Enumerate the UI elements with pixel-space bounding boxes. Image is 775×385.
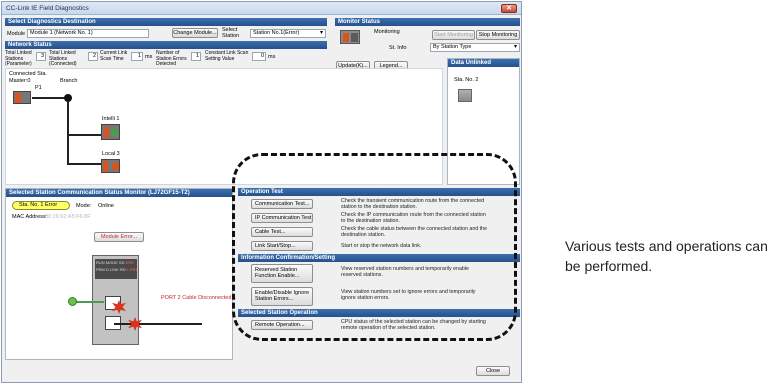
unlinked-station-icon[interactable] (458, 89, 472, 102)
led-rd: RD (120, 267, 126, 272)
station-badge: Sta. No. 1 Error (12, 201, 70, 210)
scan-time-label: Current Link Scan Time (100, 50, 128, 62)
master-label: Master:0 (9, 78, 31, 84)
mode-label: Mode: (76, 203, 92, 209)
master-link-line (32, 97, 65, 99)
port2-cable-line (114, 323, 202, 325)
title-bar: CC-Link IE Field Diagnostics ✕ (2, 2, 521, 15)
total-conn-value: 2 (88, 52, 98, 61)
branch-label: Branch (60, 78, 78, 84)
callout-annotation: Various tests and operations can be perf… (565, 238, 768, 274)
errors-value: 1 (191, 52, 201, 61)
master-station-icon[interactable] (13, 91, 31, 104)
intelli-label: Intelli 1 (102, 116, 120, 122)
select-station-label: Select Station (222, 27, 240, 39)
monitoring-icon (340, 30, 360, 44)
led-prm: PRM (96, 267, 105, 272)
total-param-label: Total Linked Stations (Parameter) (5, 50, 32, 67)
start-monitoring-button[interactable]: Start Monitoring (432, 30, 475, 40)
led-panel: RUN MODE SD ERR PRM D LINK RD L ERR (95, 259, 139, 279)
total-conn-label: Total Linked Stations (Connected) (49, 50, 77, 67)
port1-ok-icon (68, 297, 77, 306)
branch-to-local-line (67, 163, 101, 165)
led-run: RUN (96, 260, 105, 265)
led-mode: MODE (105, 260, 118, 265)
local-station-icon[interactable] (101, 159, 120, 173)
st-info-select[interactable]: By Station Type (430, 43, 520, 52)
module-field: Module 1 (Network No. 1) (27, 29, 149, 38)
const-scan-label: Constant Link Scan Setting Value (205, 50, 249, 62)
station-badge-state: Error (45, 202, 58, 208)
mac-value: 00:26:92:A5:F6:8F (45, 214, 91, 220)
port2-disconnected-link[interactable]: PORT 2 Cable Disconnected... (161, 295, 236, 301)
errors-label: Number of Station Errors Detected (156, 50, 187, 67)
const-scan-value: 0 (252, 52, 266, 61)
mode-value: Online (98, 203, 114, 209)
monitoring-text: Monitoring (374, 29, 400, 35)
module-label: Module (7, 31, 26, 37)
comm-monitor-header: Selected Station Communication Status Mo… (6, 189, 232, 197)
branch-to-intelli-line (67, 134, 101, 136)
scan-time-value: 1 (131, 52, 143, 61)
led-err: ERR (125, 260, 135, 265)
connected-sta-label: Connected Sta. (9, 71, 47, 77)
change-module-button[interactable]: Change Module... (172, 28, 218, 38)
station-select[interactable]: Station No.1(Error) (250, 29, 326, 38)
callout-dashed-outline (232, 153, 517, 341)
p1-label: P1 (35, 85, 42, 91)
scan-time-unit: ms (145, 54, 153, 60)
station-badge-number: Sta. No. 1 (19, 202, 44, 208)
led-dlink: D LINK (106, 267, 119, 272)
window-title: CC-Link IE Field Diagnostics (6, 4, 89, 12)
monitor-status-header: Monitor Status (335, 18, 520, 26)
close-button[interactable]: Close (476, 366, 510, 376)
led-sd: SD (118, 260, 125, 265)
mac-label: MAC Address: (12, 214, 48, 220)
comm-monitor-panel: Selected Station Communication Status Mo… (5, 188, 236, 360)
intelli-station-icon[interactable] (101, 124, 120, 140)
const-scan-unit: ms (268, 54, 276, 60)
module-error-button[interactable]: Module Error... (94, 232, 144, 242)
st-info-label: St. Info (389, 45, 407, 51)
unlinked-station-label: Sta. No. 2 (454, 77, 479, 83)
branch-node-icon (64, 94, 72, 102)
local-label: Local 3 (102, 151, 120, 157)
window-close-icon[interactable]: ✕ (501, 4, 517, 13)
network-status-header: Network Status (5, 41, 327, 49)
module-graphic: RUN MODE SD ERR PRM D LINK RD L ERR (92, 255, 139, 345)
total-param-value: 3 (36, 52, 46, 61)
destination-header: Select Diagnostics Destination (5, 18, 327, 26)
data-unlinked-header: Data Unlinked (448, 59, 519, 67)
led-lerr: L ERR (126, 267, 139, 272)
stop-monitoring-button[interactable]: Stop Monitoring (476, 30, 520, 40)
